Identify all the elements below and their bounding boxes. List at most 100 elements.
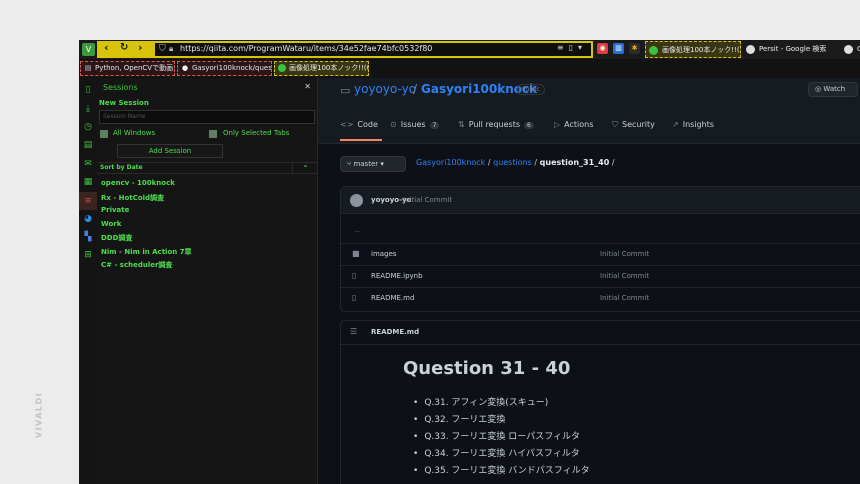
tab-code[interactable]: <> Code — [340, 120, 378, 129]
bookmark-icon[interactable]: ▯ — [569, 43, 578, 52]
tab-issues[interactable]: ⊙ Issues 7 — [390, 120, 440, 129]
sessions-icon[interactable]: ≡ — [79, 192, 97, 210]
forward-icon[interactable]: › — [138, 41, 143, 54]
file-row[interactable]: ▯ README.ipynb Initial Commit — [341, 265, 860, 287]
slack-extension-icon[interactable]: ✱ — [629, 43, 640, 54]
url-actions: ≡▯▾ — [557, 43, 587, 52]
tab-python-opencv[interactable]: ▤ Python, OpenCVで動画を — [80, 61, 175, 76]
tab-label: Actions — [564, 120, 594, 129]
file-commit-message[interactable]: Initial Commit — [600, 294, 649, 302]
google-favicon-icon — [844, 45, 853, 54]
watch-label: Watch — [823, 85, 846, 93]
tab-insights[interactable]: ↗ Insights — [672, 120, 714, 129]
active-tab-indicator — [340, 139, 382, 141]
add-panel-icon[interactable]: ⊞ — [83, 250, 93, 260]
file-commit-message[interactable]: Initial Commit — [600, 272, 649, 280]
add-session-button[interactable]: Add Session — [117, 144, 223, 158]
web-panel-icon-2[interactable]: ▚ — [83, 232, 93, 242]
folder-icon: ■ — [352, 249, 360, 258]
file-row[interactable]: ■ images Initial Commit — [341, 243, 860, 265]
session-item[interactable]: Nim - Nim in Action 7章 — [101, 247, 192, 261]
dropdown-icon[interactable]: ▾ — [578, 43, 587, 52]
commit-message[interactable]: Initial Commit — [403, 196, 452, 204]
parent-directory-link[interactable]: .. — [355, 226, 359, 234]
pinned-tab-qiita[interactable]: 画像処理100本ノック!!(031 — [645, 41, 741, 58]
vivaldi-menu-icon[interactable]: V — [82, 43, 95, 56]
sort-label[interactable]: Sort by Date — [100, 164, 143, 171]
address-bar-row: V ‹ ↻ › ⛉ 🔒︎ https://qiita.com/ProgramWa… — [79, 40, 860, 59]
tab-label: Gasyori100knock/question — [192, 64, 272, 72]
mail-icon[interactable]: ✉ — [83, 159, 93, 169]
ublock-extension-icon[interactable]: ◉ — [597, 43, 608, 54]
tab-label: Pull requests — [468, 120, 521, 129]
downloads-icon[interactable]: ⤓ — [83, 104, 93, 114]
tab-label: Issues — [400, 120, 426, 129]
file-commit-message[interactable]: Initial Commit — [600, 250, 649, 258]
notes-icon[interactable]: ▤ — [83, 140, 93, 150]
back-icon[interactable]: ‹ — [104, 41, 109, 54]
breadcrumb-repo[interactable]: Gasyori100knock — [416, 158, 485, 167]
list-item: Q.34. フーリエ変換 ハイパスフィルタ — [413, 446, 590, 463]
tab-pull-requests[interactable]: ⇅ Pull requests 6 — [458, 120, 534, 129]
url-text: https://qiita.com/ProgramWataru/items/34… — [180, 44, 433, 53]
tab-label: 画像処理100本ノック!!(031 — [289, 64, 368, 72]
breadcrumb-folder[interactable]: questions — [493, 158, 532, 167]
history-icon[interactable]: ◷ — [83, 122, 93, 132]
session-item[interactable]: Work — [101, 220, 192, 234]
file-name[interactable]: images — [371, 250, 396, 258]
session-item[interactable]: Rx - HotCold調査 — [101, 193, 192, 207]
navigation-buttons: ‹ ↻ › — [97, 41, 153, 58]
sessions-panel-title: Sessions — [103, 83, 138, 92]
file-name[interactable]: README.ipynb — [371, 272, 423, 280]
pinned-tab-google-2[interactable]: G — [841, 41, 860, 58]
qiita-favicon-icon — [649, 46, 658, 55]
session-item[interactable]: C# - scheduler調査 — [101, 260, 192, 274]
pull-requests-count: 6 — [524, 122, 534, 129]
tab-gasyori-question[interactable]: ● Gasyori100knock/question — [177, 61, 272, 76]
avatar[interactable] — [350, 194, 363, 207]
session-item[interactable]: DDD調査 — [101, 233, 192, 247]
pinned-tab-label: Persit - Google 検索 — [759, 45, 827, 53]
all-windows-checkbox[interactable] — [100, 130, 108, 138]
breadcrumb-sep: / — [487, 158, 491, 167]
sort-direction-icon[interactable]: ⌃ — [292, 163, 318, 174]
trello-extension-icon[interactable]: ▥ — [613, 43, 624, 54]
tab-stack-row: ▤ Python, OpenCVで動画を ● Gasyori100knock/q… — [79, 59, 860, 78]
only-selected-tabs-checkbox[interactable] — [209, 130, 217, 138]
shield-icon[interactable]: ⛉ — [159, 44, 166, 54]
readme-panel: ☰ README.md Question 31 - 40 Q.31. アフィン変… — [340, 320, 860, 484]
google-favicon-icon — [746, 45, 755, 54]
chevron-down-icon: ▾ — [378, 160, 384, 168]
readme-label: README.md — [371, 328, 420, 336]
all-windows-label: All Windows — [113, 129, 156, 137]
lock-icon[interactable]: 🔒︎ — [169, 44, 173, 54]
question-list: Q.31. アフィン変換(スキュー) Q.32. フーリエ変換 Q.33. フー… — [413, 395, 590, 480]
repo-owner-link[interactable]: yoyoyo-yo — [354, 82, 416, 96]
only-selected-tabs-label: Only Selected Tabs — [223, 129, 290, 137]
list-icon[interactable]: ☰ — [350, 327, 357, 336]
session-item[interactable]: opencv - 100knock — [101, 179, 192, 193]
reload-icon[interactable]: ↻ — [120, 42, 128, 53]
code-icon: <> — [340, 120, 354, 129]
tab-label: Code — [357, 120, 378, 129]
session-name-input[interactable]: Session Name — [99, 110, 315, 124]
watch-button[interactable]: ◎ Watch — [808, 82, 858, 97]
tab-security[interactable]: ⛉ Security — [612, 120, 655, 130]
web-panel-icon[interactable]: ◕ — [83, 214, 93, 224]
sessions-panel: Sessions ✕ New Session Session Name All … — [97, 78, 318, 484]
panel-sidebar: ▯ ⤓ ◷ ▤ ✉ ▦ ≡ ◕ ▚ ⊞ — [79, 78, 97, 484]
session-item[interactable]: Private — [101, 206, 192, 220]
close-icon[interactable]: ✕ — [304, 82, 311, 91]
security-icon: ⛉ — [612, 120, 618, 129]
reader-icon[interactable]: ≡ — [557, 43, 569, 52]
actions-icon: ▷ — [554, 120, 561, 129]
file-name[interactable]: README.md — [371, 294, 414, 302]
pinned-tab-google[interactable]: Persit - Google 検索 — [743, 41, 841, 58]
branch-selector[interactable]: ⑂ master ▾ — [340, 156, 406, 172]
calendar-icon[interactable]: ▦ — [83, 177, 93, 187]
tab-qiita-gazou[interactable]: 画像処理100本ノック!!(031 — [274, 61, 369, 76]
bookmarks-icon[interactable]: ▯ — [83, 85, 93, 95]
file-row[interactable]: ▯ README.md Initial Commit — [341, 287, 860, 309]
url-field[interactable]: ⛉ 🔒︎ https://qiita.com/ProgramWataru/ite… — [153, 41, 593, 58]
tab-actions[interactable]: ▷ Actions — [554, 120, 593, 129]
